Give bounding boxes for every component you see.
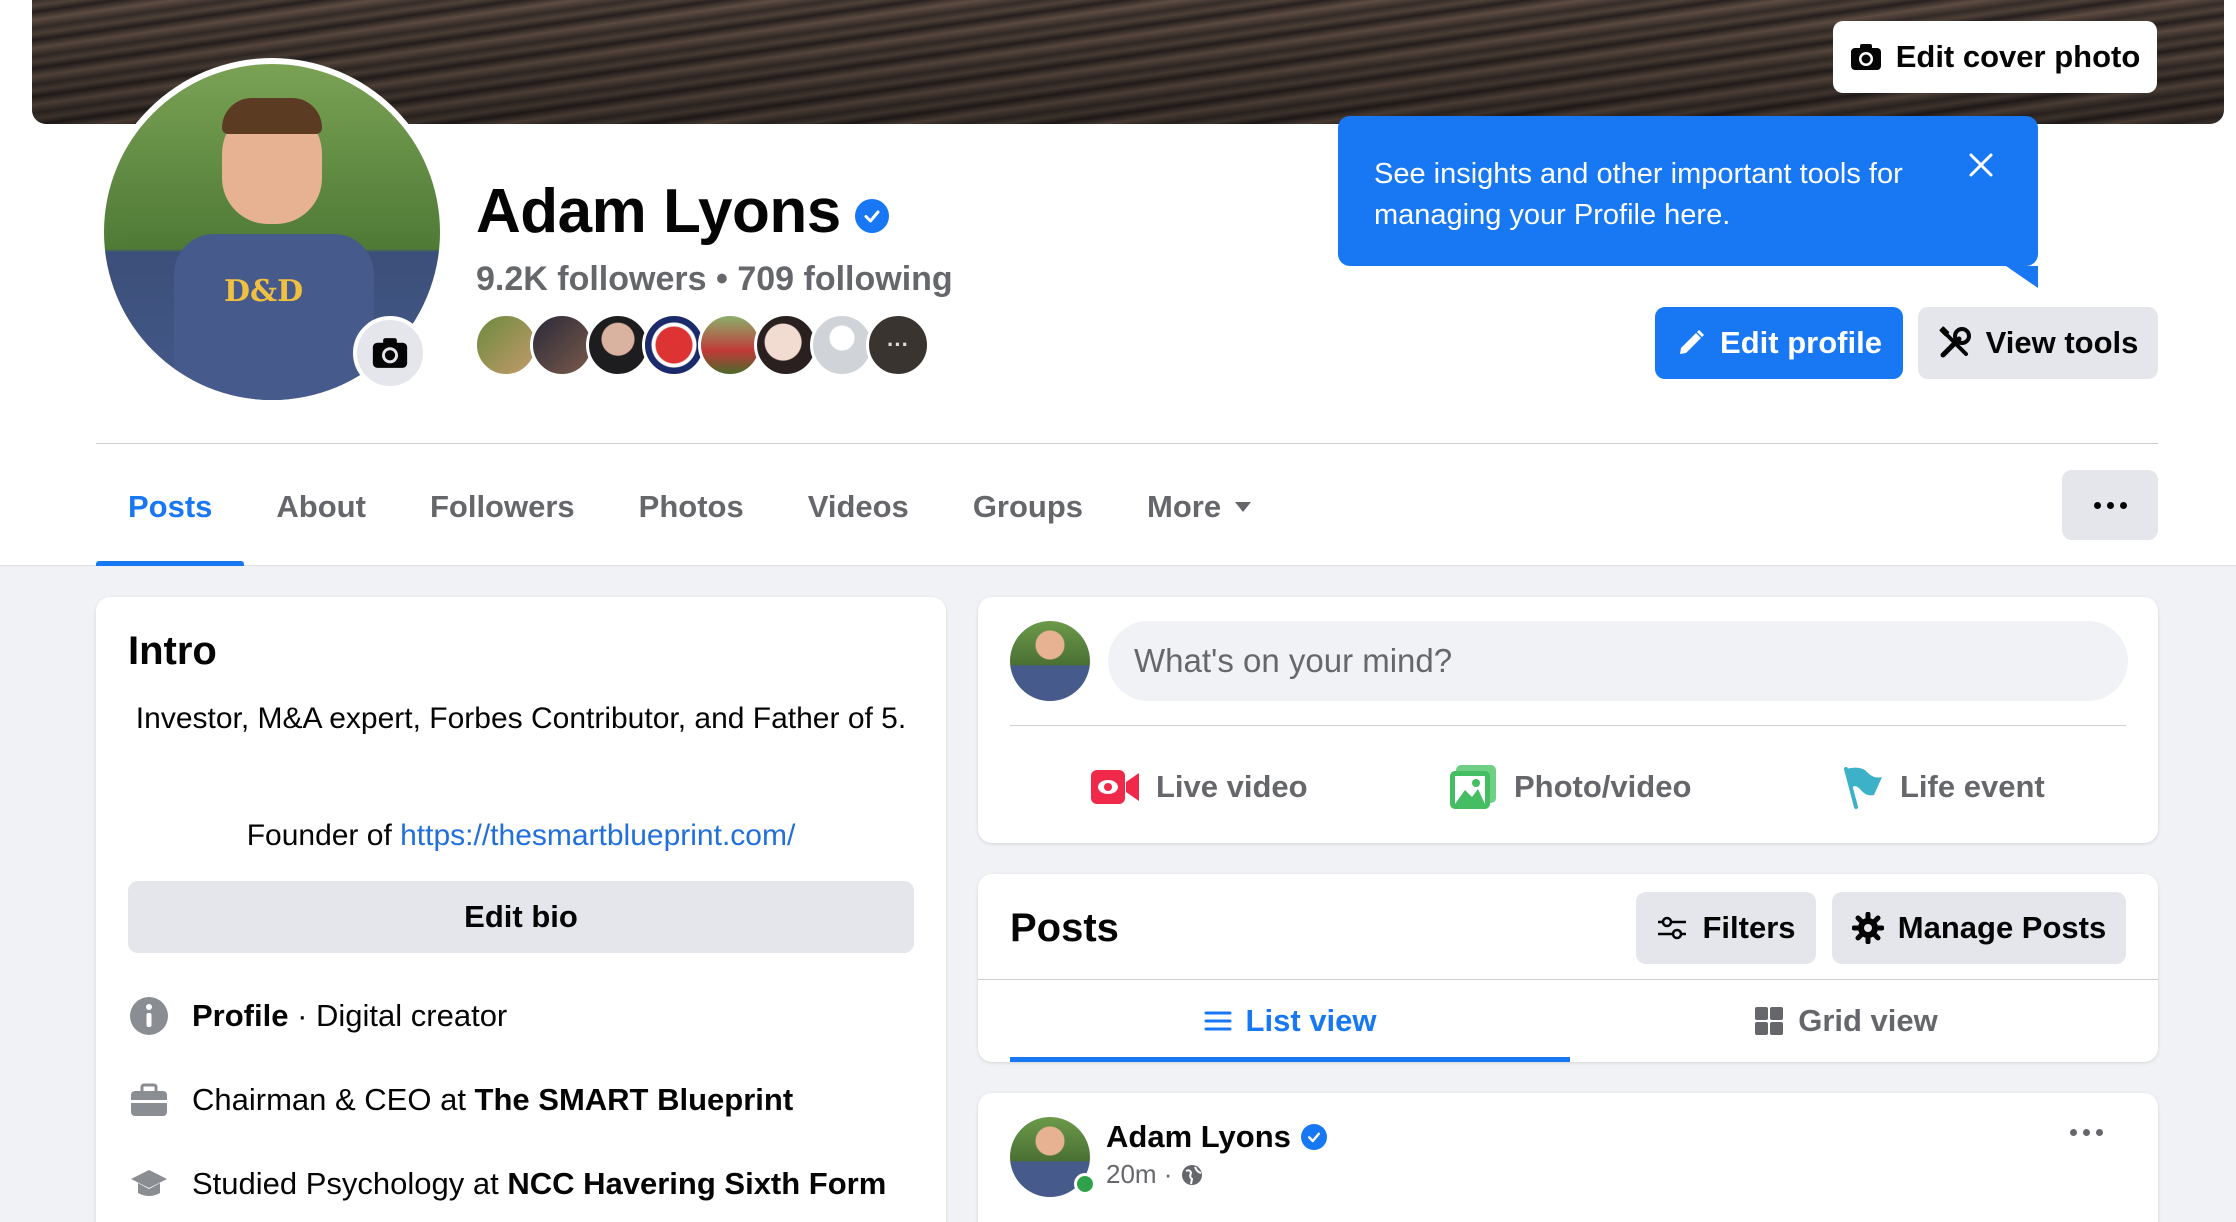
tab-photos[interactable]: Photos [607, 448, 776, 566]
friend-avatar[interactable] [474, 313, 538, 377]
edit-cover-photo-label: Edit cover photo [1895, 39, 2141, 74]
view-tools-button[interactable]: View tools [1918, 307, 2158, 379]
intro-item-work: Chairman & CEO at The SMART Blueprint [128, 1079, 793, 1121]
manage-posts-button[interactable]: Manage Posts [1832, 892, 2126, 964]
intro-title: Intro [128, 629, 217, 673]
camera-icon [1850, 44, 1881, 70]
tab-videos[interactable]: Videos [776, 448, 941, 566]
grid-icon [1755, 1007, 1784, 1035]
company-link[interactable]: The SMART Blueprint [475, 1082, 794, 1117]
friend-avatar[interactable] [698, 313, 762, 377]
profile-tabs: Posts About Followers Photos Videos Grou… [96, 448, 1283, 566]
tab-about[interactable]: About [244, 448, 398, 566]
update-profile-picture-button[interactable] [353, 316, 427, 390]
caret-down-icon [1235, 502, 1252, 512]
list-icon [1204, 1011, 1232, 1031]
following-count[interactable]: 709 following [737, 260, 952, 298]
photo-video-button[interactable]: Photo/video [1448, 749, 1691, 825]
life-event-button[interactable]: Life event [1840, 749, 2045, 825]
friend-avatar[interactable] [642, 313, 706, 377]
intro-bio: Investor, M&A expert, Forbes Contributor… [135, 702, 907, 735]
view-tools-label: View tools [1985, 325, 2139, 360]
online-status-icon [1074, 1173, 1096, 1195]
tab-posts[interactable]: Posts [96, 448, 245, 566]
avatar[interactable] [1010, 621, 1090, 701]
intro-card: Intro Investor, M&A expert, Forbes Contr… [96, 597, 946, 1222]
camera-icon [372, 338, 408, 368]
photo-icon [1450, 765, 1496, 809]
header-divider [96, 443, 2158, 444]
verified-badge-icon [1300, 1124, 1327, 1150]
posts-header-card: Posts Filters Manage Posts List view Gri… [978, 874, 2158, 1062]
school-link[interactable]: NCC Havering Sixth Form [507, 1166, 886, 1201]
followers-count[interactable]: 9.2K followers [476, 260, 707, 298]
filters-icon [1658, 916, 1687, 940]
friend-avatar[interactable] [754, 313, 818, 377]
live-video-icon [1091, 770, 1139, 804]
briefcase-icon [128, 1079, 170, 1121]
list-view-tab[interactable]: List view [1010, 980, 1570, 1062]
friend-avatars: ··· [474, 313, 930, 377]
verified-badge-icon [854, 198, 889, 233]
post-composer: What's on your mind? Live video Photo/vi… [978, 597, 2158, 843]
more-dots-icon [2093, 501, 2101, 509]
profile-more-options-button[interactable] [2062, 470, 2158, 540]
friend-avatar[interactable] [810, 313, 874, 377]
tools-tooltip: See insights and other important tools f… [1338, 116, 2038, 288]
flag-icon [1844, 767, 1882, 809]
edit-profile-button[interactable]: Edit profile [1655, 307, 1903, 379]
intro-founder-line: Founder of https://thesmartblueprint.com… [246, 819, 796, 852]
whats-on-your-mind-input[interactable]: What's on your mind? [1108, 621, 2128, 701]
gear-icon [1851, 912, 1884, 944]
follow-counts: 9.2K followers • 709 following [476, 260, 953, 298]
graduation-cap-icon [128, 1163, 170, 1205]
more-dots-icon [2070, 1129, 2077, 1136]
post-timestamp[interactable]: 20m · [1106, 1159, 1204, 1190]
globe-icon [1182, 1164, 1203, 1185]
profile-name-row: Adam Lyons [476, 176, 889, 247]
profile-name: Adam Lyons [476, 177, 841, 246]
filters-button[interactable]: Filters [1636, 892, 1816, 964]
more-friends-avatar[interactable]: ··· [866, 313, 930, 377]
website-link[interactable]: https://thesmartblueprint.com/ [400, 819, 795, 852]
grid-view-tab[interactable]: Grid view [1566, 980, 2126, 1062]
edit-bio-button[interactable]: Edit bio [128, 881, 914, 953]
tab-groups[interactable]: Groups [941, 448, 1115, 566]
tab-followers[interactable]: Followers [398, 448, 607, 566]
friend-avatar[interactable] [530, 313, 594, 377]
info-icon [128, 995, 170, 1037]
post-card: Adam Lyons 20m · [978, 1093, 2158, 1222]
intro-item-education: Studied Psychology at NCC Havering Sixth… [128, 1163, 886, 1205]
close-icon[interactable] [1964, 148, 1998, 182]
tab-more[interactable]: More [1115, 448, 1283, 566]
posts-title: Posts [1010, 906, 1119, 950]
tooltip-text: See insights and other important tools f… [1374, 158, 1903, 231]
pencil-icon [1680, 329, 1705, 354]
friend-avatar[interactable] [586, 313, 650, 377]
edit-profile-label: Edit profile [1720, 325, 1882, 360]
tools-icon [1939, 326, 1971, 358]
live-video-button[interactable]: Live video [1090, 749, 1308, 825]
edit-cover-photo-button[interactable]: Edit cover photo [1833, 21, 2157, 93]
post-options-button[interactable] [2070, 1129, 2103, 1136]
post-author[interactable]: Adam Lyons [1106, 1119, 1327, 1155]
intro-item-profile: Profile · Digital creator [128, 995, 507, 1037]
